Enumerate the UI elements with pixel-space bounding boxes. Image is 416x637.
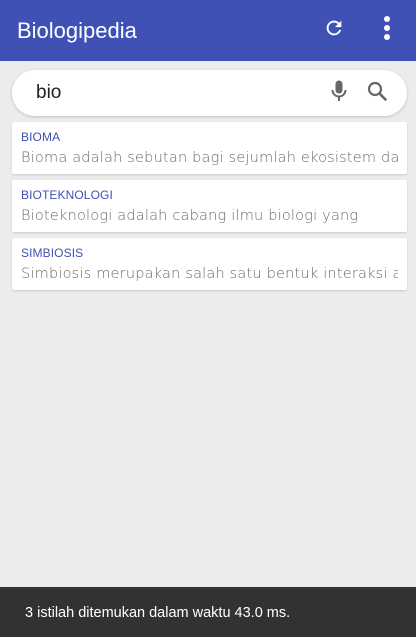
search-button[interactable]	[362, 78, 392, 108]
result-description: Simbiosis merupakan salah satu bentuk in…	[21, 266, 398, 282]
voice-search-button[interactable]	[324, 78, 354, 108]
app-title: Biologipedia	[17, 18, 137, 43]
result-title: SIMBIOSIS	[21, 246, 84, 260]
result-item-bioma[interactable]: BIOMA Bioma adalah sebutan bagi sejumlah…	[12, 122, 407, 174]
overflow-menu-button[interactable]	[369, 12, 405, 48]
more-vert-icon	[383, 15, 391, 46]
search-icon	[367, 81, 387, 106]
app-window: Biologipedia bio BIOMA Bioma adalah sebu…	[0, 0, 416, 637]
result-title: BIOTEKNOLOGI	[21, 188, 113, 202]
snackbar: 3 istilah ditemukan dalam waktu 43.0 ms.	[0, 587, 416, 637]
refresh-button[interactable]	[316, 12, 352, 48]
snackbar-message: 3 istilah ditemukan dalam waktu 43.0 ms.	[25, 605, 291, 621]
mic-icon	[331, 80, 347, 107]
result-item-bioteknologi[interactable]: BIOTEKNOLOGI Bioteknologi adalah cabang …	[12, 180, 407, 232]
refresh-icon	[323, 17, 345, 44]
search-input[interactable]	[36, 80, 316, 106]
results-list: BIOMA Bioma adalah sebutan bagi sejumlah…	[12, 122, 407, 296]
app-bar: Biologipedia	[0, 0, 416, 61]
result-description: Bioteknologi adalah cabang ilmu biologi …	[21, 208, 359, 224]
search-bar	[12, 70, 407, 116]
result-item-simbiosis[interactable]: SIMBIOSIS Simbiosis merupakan salah satu…	[12, 238, 407, 290]
result-title: BIOMA	[21, 130, 61, 144]
result-description: Bioma adalah sebutan bagi sejumlah ekosi…	[21, 150, 398, 166]
